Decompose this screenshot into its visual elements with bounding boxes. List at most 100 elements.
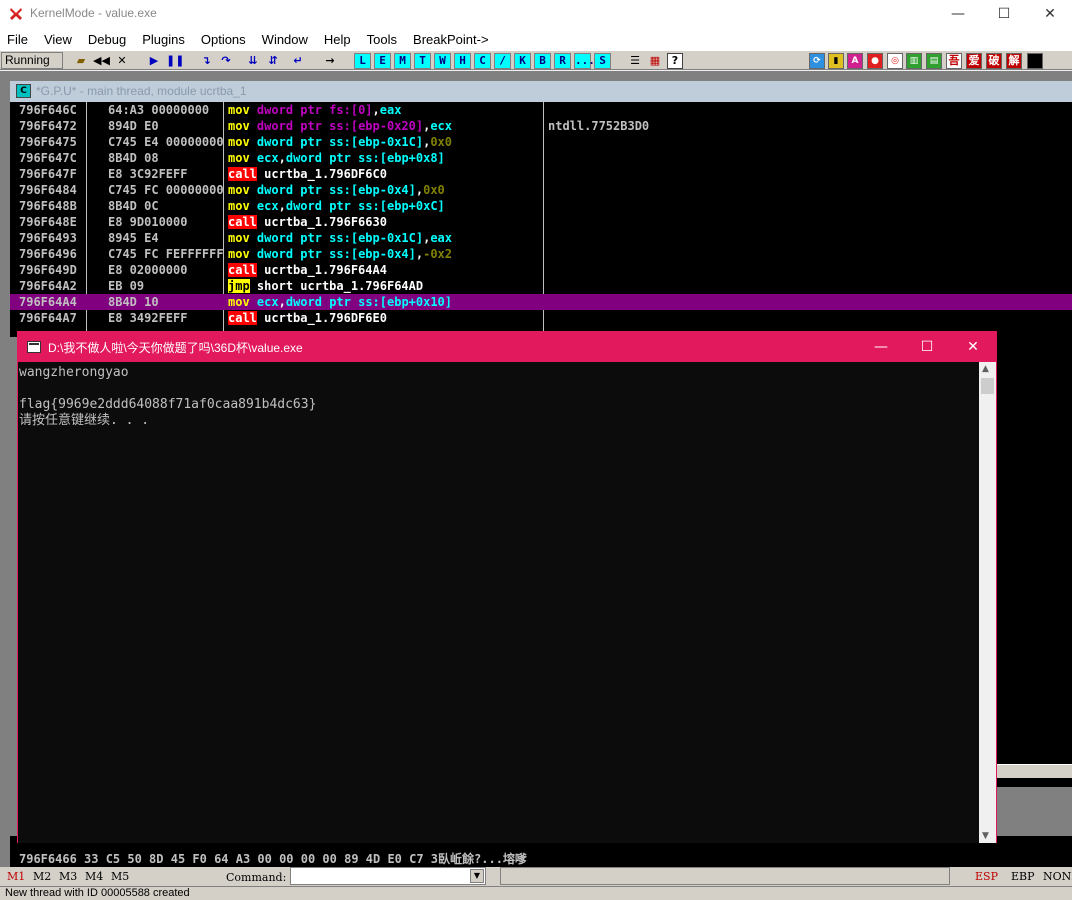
menu-tools[interactable]: Tools (367, 32, 397, 47)
disasm-row[interactable]: 796F64A4 8B4D 10 mov ecx,dword ptr ss:[ebp… (10, 294, 1072, 310)
esp-toggle[interactable]: ESP (975, 870, 998, 883)
memory-tab-m1[interactable]: M1 (7, 870, 25, 883)
console-maximize-button[interactable]: ☐ (904, 332, 950, 362)
disasm-operand: dword ptr ss:[ebp-0x1C] (256, 135, 424, 149)
none-toggle[interactable]: NONE (1043, 870, 1072, 883)
command-output-field (500, 867, 950, 885)
disasm-row[interactable]: 796F647F E8 3C92FEFF call ucrtba_1.796DF6C… (10, 166, 1072, 182)
title-bar: KernelMode - value.exe — ☐ ✕ (0, 0, 1072, 28)
command-bar: M1 M2 M3 M4 M5 Command: ▼ ESP EBP NONE (0, 867, 1072, 886)
disasm-row[interactable]: 796F648B 8B4D 0C mov ecx,dword ptr ss:[ebp… (10, 198, 1072, 214)
disasm-address: 796F647F (19, 167, 77, 181)
disasm-operand: eax (379, 103, 402, 117)
command-label: Command: (226, 871, 287, 884)
pane-splitter[interactable] (996, 764, 1072, 778)
registers-pane[interactable] (996, 337, 1072, 787)
trace-over-icon[interactable]: ⇵ (265, 53, 281, 69)
close-button[interactable]: ✕ (1027, 0, 1072, 28)
scroll-down-icon[interactable]: ▼ (982, 831, 989, 841)
call-stack-button[interactable]: K (514, 53, 531, 69)
forum-icon-4[interactable]: 解 (1006, 53, 1022, 69)
memory-tab-m2[interactable]: M2 (33, 870, 51, 883)
disasm-opcode: mov (228, 231, 250, 245)
run-trace-button[interactable]: ... (574, 53, 595, 69)
disasm-row[interactable]: 796F6484 C745 FC 00000000 mov dword ptr ss… (10, 182, 1072, 198)
step-over-icon[interactable]: ↷ (218, 53, 234, 69)
disasm-row[interactable]: 796F64A2 EB 09 jmp short ucrtba_1.796F64AD (10, 278, 1072, 294)
notepad-icon[interactable]: ▤ (926, 53, 942, 69)
menu-breakpoint[interactable]: BreakPoint-> (413, 32, 489, 47)
menu-plugins[interactable]: Plugins (142, 32, 185, 47)
command-input[interactable]: ▼ (290, 867, 486, 885)
disasm-row[interactable]: 796F648E E8 9D010000 call ucrtba_1.796F663… (10, 214, 1072, 230)
goto-icon[interactable]: → (322, 53, 338, 69)
run-icon[interactable]: ▶ (146, 53, 162, 69)
list-icon[interactable]: ☰ (627, 53, 643, 69)
threads-button[interactable]: T (414, 53, 431, 69)
disasm-instruction: mov dword ptr ss:[ebp-0x1C],0x0 (228, 134, 452, 150)
execute-till-return-icon[interactable]: ↵ (290, 53, 306, 69)
handles-button[interactable]: H (454, 53, 471, 69)
memory-tab-m5[interactable]: M5 (111, 870, 129, 883)
open-icon[interactable]: ▰ (73, 53, 89, 69)
modules-button[interactable]: E (374, 53, 391, 69)
console-close-button[interactable]: ✕ (950, 332, 996, 362)
menu-options[interactable]: Options (201, 32, 246, 47)
menu-window[interactable]: Window (262, 32, 308, 47)
console-scrollbar[interactable]: ▲ ▼ (979, 362, 996, 843)
help-icon[interactable]: ? (667, 53, 683, 69)
disasm-row[interactable]: 796F646C 64:A3 00000000 mov dword ptr fs:[… (10, 102, 1072, 118)
memory-button[interactable]: M (394, 53, 411, 69)
close-program-icon[interactable]: ✕ (114, 53, 130, 69)
trace-into-icon[interactable]: ⇊ (245, 53, 261, 69)
menu-view[interactable]: View (44, 32, 72, 47)
console-minimize-button[interactable]: — (858, 332, 904, 362)
memory-tab-m3[interactable]: M3 (59, 870, 77, 883)
console-output[interactable]: wangzherongyao flag{9969e2ddd64088f71af0… (18, 362, 979, 843)
windows-button[interactable]: W (434, 53, 451, 69)
refresh-icon[interactable]: ⟳ (809, 53, 825, 69)
breakpoints-button[interactable]: B (534, 53, 551, 69)
disasm-row[interactable]: 796F647C 8B4D 08 mov ecx,dword ptr ss:[ebp… (10, 150, 1072, 166)
disasm-row[interactable]: 796F6496 C745 FC FEFFFFFF mov dword ptr ss… (10, 246, 1072, 262)
patches-button[interactable]: / (494, 53, 511, 69)
forum-icon-2[interactable]: 爱 (966, 53, 982, 69)
console-titlebar[interactable]: D:\我不做人啦\今天你做题了吗\36D杯\value.exe — ☐ ✕ (18, 332, 996, 362)
grid-icon[interactable]: ▦ (647, 53, 663, 69)
disasm-address: 796F64A4 (19, 295, 77, 309)
step-into-icon[interactable]: ↴ (198, 53, 214, 69)
disassembly-pane[interactable]: 796F646C 64:A3 00000000 mov dword ptr fs:[… (10, 102, 1072, 337)
minimize-button[interactable]: — (935, 0, 981, 28)
maximize-button[interactable]: ☐ (981, 0, 1027, 28)
memory-tab-m4[interactable]: M4 (85, 870, 103, 883)
disasm-row[interactable]: 796F6475 C745 E4 00000000 mov dword ptr ss… (10, 134, 1072, 150)
scroll-up-icon[interactable]: ▲ (982, 364, 989, 374)
disasm-row[interactable]: 796F6493 8945 E4 mov dword ptr ss:[ebp-0x1… (10, 230, 1072, 246)
text-icon[interactable]: A (847, 53, 863, 69)
cpu-button[interactable]: C (474, 53, 491, 69)
ebp-toggle[interactable]: EBP (1011, 870, 1035, 883)
disasm-row[interactable]: 796F64A7 E8 3492FEFF call ucrtba_1.796DF6E… (10, 310, 1072, 326)
stop-icon[interactable]: ● (867, 53, 883, 69)
disasm-row[interactable]: 796F649D E8 02000000 call ucrtba_1.796F64A… (10, 262, 1072, 278)
menu-help[interactable]: Help (324, 32, 351, 47)
chevron-down-icon[interactable]: ▼ (470, 869, 484, 883)
menu-debug[interactable]: Debug (88, 32, 126, 47)
scroll-thumb[interactable] (981, 378, 994, 394)
black-square-icon[interactable] (1027, 53, 1043, 69)
target-icon[interactable]: ◎ (887, 53, 903, 69)
calculator-icon[interactable]: ▥ (906, 53, 922, 69)
forum-icon-1[interactable]: 吾 (946, 53, 962, 69)
disasm-instruction: mov dword ptr fs:[0],eax (228, 102, 401, 118)
source-button[interactable]: S (594, 53, 611, 69)
log-window-button[interactable]: L (354, 53, 371, 69)
forum-icon-3[interactable]: 破 (986, 53, 1002, 69)
cpu-window-titlebar[interactable]: C *G.P.U* - main thread, module ucrtba_1 (10, 81, 1072, 102)
pause-icon[interactable]: ❚❚ (166, 53, 184, 69)
menu-file[interactable]: File (7, 32, 28, 47)
disasm-row[interactable]: 796F6472 894D E0 mov dword ptr ss:[ebp-0x2… (10, 118, 1072, 134)
plugin-icon[interactable]: ▮ (828, 53, 844, 69)
rewind-icon[interactable]: ◀◀ (93, 53, 110, 69)
disasm-operand: , (278, 199, 286, 213)
references-button[interactable]: R (554, 53, 571, 69)
